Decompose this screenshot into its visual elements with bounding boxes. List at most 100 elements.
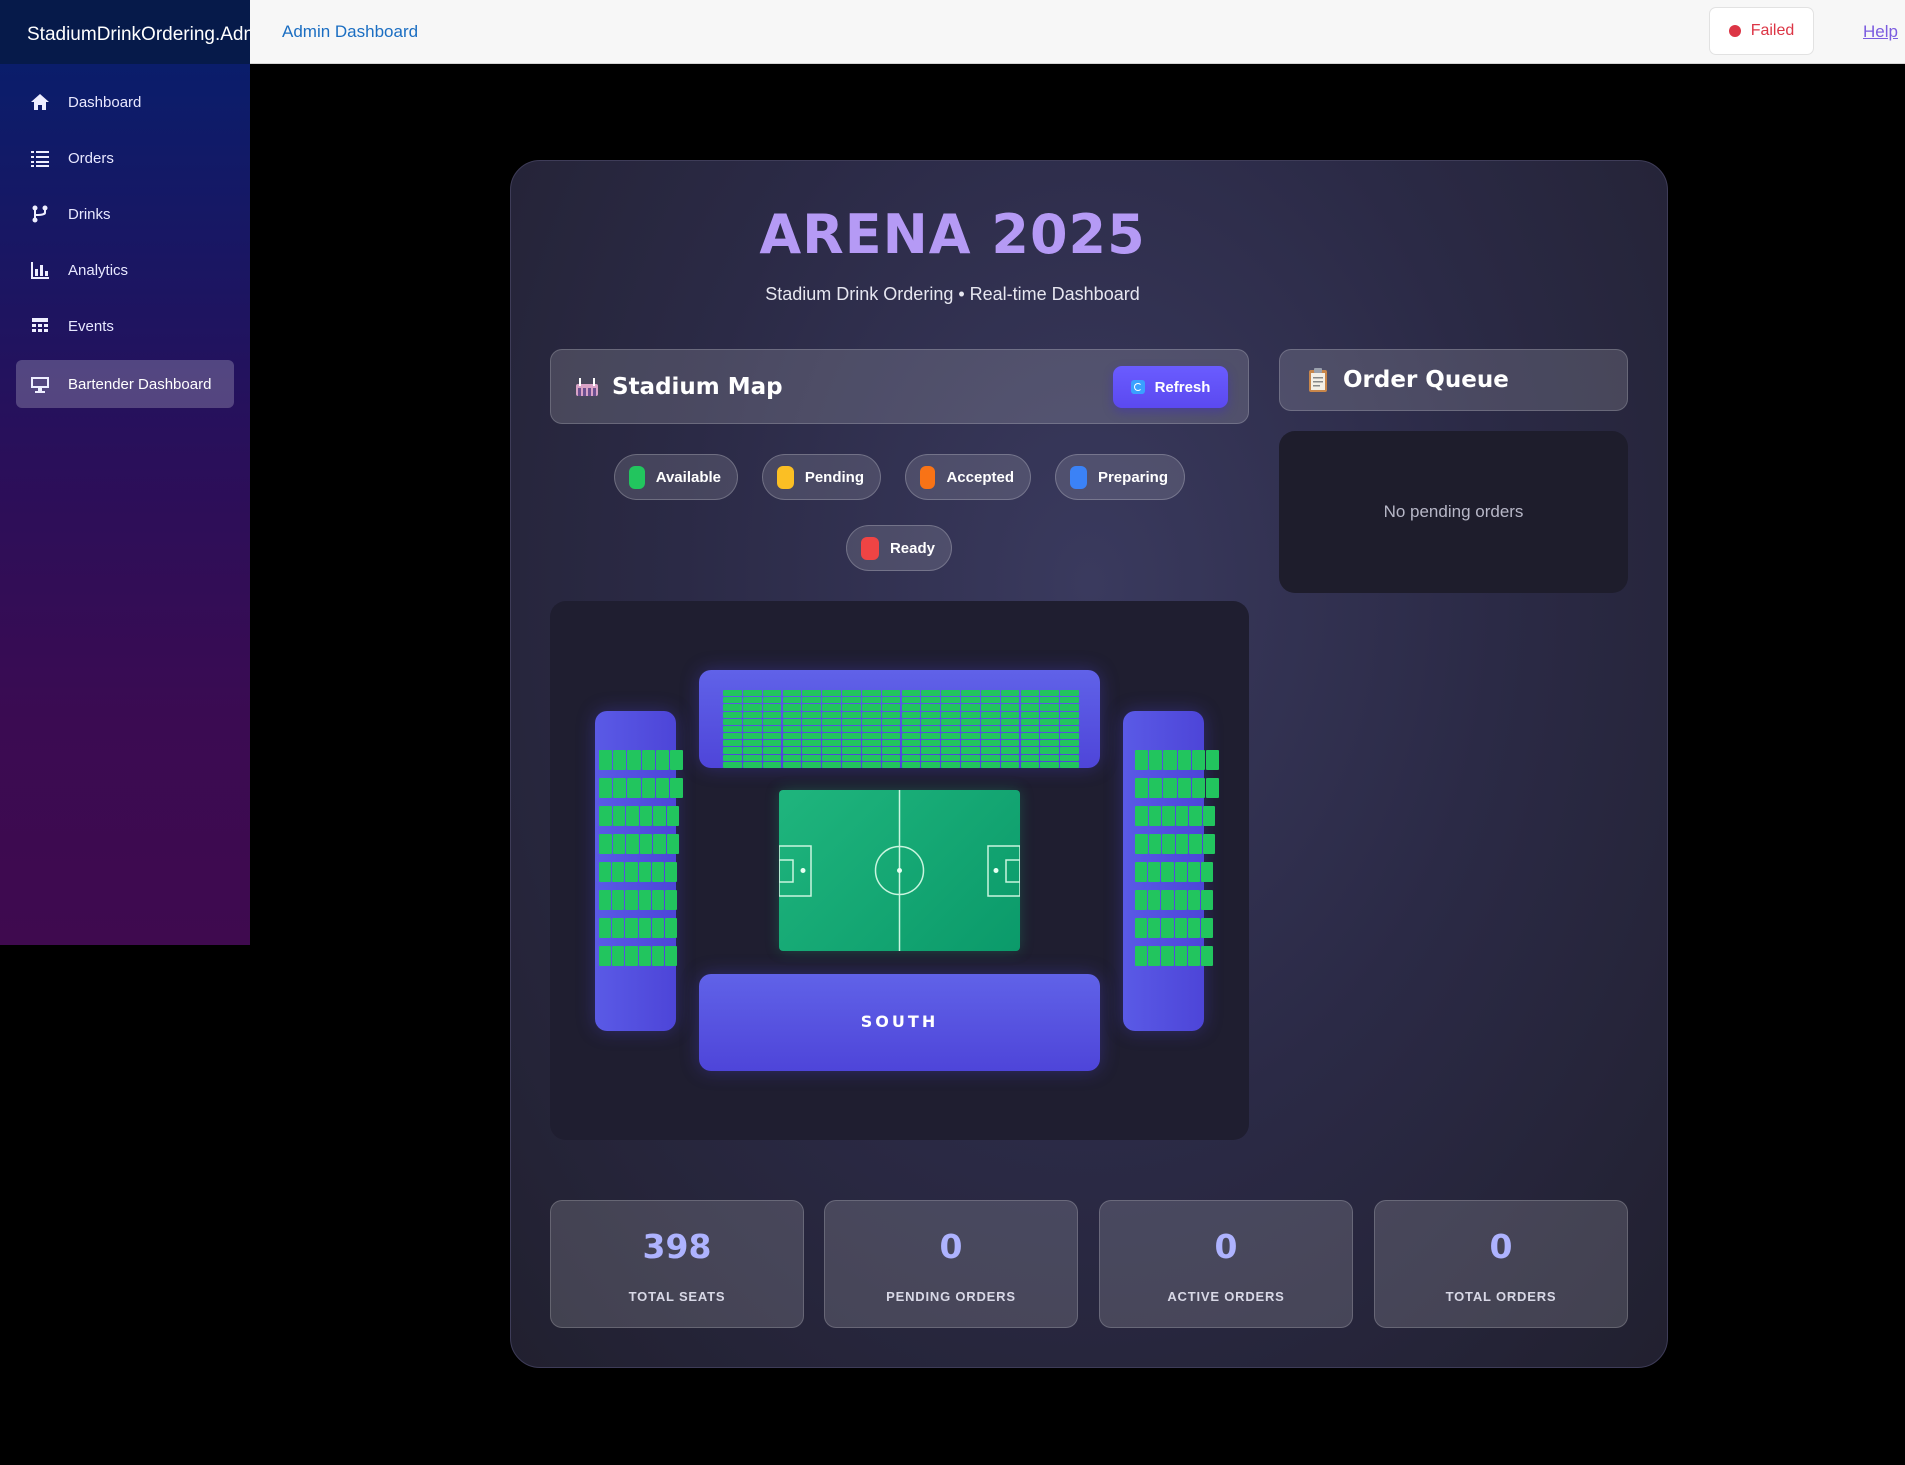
seat[interactable] [762,704,782,711]
seat[interactable] [941,711,960,718]
seat[interactable] [802,711,822,718]
seat[interactable] [881,754,901,761]
seat[interactable] [881,725,901,733]
seat[interactable] [941,747,960,754]
seat[interactable] [723,725,742,733]
seat[interactable] [723,740,742,747]
seat[interactable] [664,946,678,966]
seat[interactable] [1189,834,1202,854]
seat[interactable] [1149,778,1163,798]
seat[interactable] [762,733,782,740]
seat[interactable] [638,918,651,938]
seat[interactable] [762,725,782,733]
seat[interactable] [599,862,612,882]
seat[interactable] [1000,718,1020,725]
seat[interactable] [742,697,762,704]
seat[interactable] [1187,918,1200,938]
seat[interactable] [822,725,841,733]
seat[interactable] [842,754,861,761]
seat[interactable] [901,711,921,718]
seat[interactable] [723,733,742,740]
seat[interactable] [980,733,1000,740]
seat[interactable] [842,733,861,740]
seat[interactable] [1020,733,1040,740]
seat[interactable] [1060,754,1079,761]
seat[interactable] [1040,690,1060,697]
seat[interactable] [881,704,901,711]
seat[interactable] [762,697,782,704]
seat[interactable] [762,747,782,754]
seat[interactable] [1148,834,1161,854]
seat[interactable] [941,740,960,747]
seat[interactable] [638,946,651,966]
seat[interactable] [625,862,638,882]
seat[interactable] [599,890,612,910]
seat[interactable] [664,918,678,938]
seat[interactable] [653,834,666,854]
help-link[interactable]: Help [1863,22,1898,42]
seat[interactable] [1135,946,1148,966]
seat[interactable] [941,718,960,725]
seat[interactable] [1200,862,1214,882]
seat[interactable] [1135,862,1148,882]
seat[interactable] [782,690,802,697]
seat[interactable] [666,834,679,854]
seat[interactable] [961,690,980,697]
seat[interactable] [961,740,980,747]
seat[interactable] [723,761,742,768]
seat[interactable] [651,862,664,882]
seat[interactable] [822,697,841,704]
seat[interactable] [762,754,782,761]
seat[interactable] [599,750,613,770]
seat[interactable] [666,806,679,826]
seat[interactable] [626,834,639,854]
seat[interactable] [822,711,841,718]
seat[interactable] [1000,747,1020,754]
seat[interactable] [651,918,664,938]
seat[interactable] [901,747,921,754]
seat[interactable] [822,747,841,754]
seat[interactable] [599,946,612,966]
seat[interactable] [1040,725,1060,733]
seat[interactable] [1060,740,1079,747]
seat[interactable] [802,754,822,761]
seat[interactable] [1020,711,1040,718]
seat[interactable] [802,740,822,747]
seat[interactable] [881,747,901,754]
seat[interactable] [1135,778,1149,798]
seat[interactable] [842,704,861,711]
seat[interactable] [1148,890,1161,910]
seat[interactable] [1000,733,1020,740]
seat[interactable] [921,733,941,740]
seat[interactable] [861,725,881,733]
seat[interactable] [723,704,742,711]
seat[interactable] [612,946,625,966]
seat[interactable] [1148,806,1161,826]
seat[interactable] [980,697,1000,704]
seat[interactable] [842,740,861,747]
seat[interactable] [612,806,625,826]
seat[interactable] [782,740,802,747]
seat[interactable] [1177,750,1191,770]
seat[interactable] [1135,806,1148,826]
seat[interactable] [627,778,641,798]
seat[interactable] [921,711,941,718]
seat[interactable] [638,862,651,882]
seat[interactable] [842,761,861,768]
seat[interactable] [941,704,960,711]
seat[interactable] [1060,747,1079,754]
seat[interactable] [723,711,742,718]
seat[interactable] [921,697,941,704]
seat[interactable] [901,690,921,697]
seat[interactable] [1040,761,1060,768]
seat[interactable] [980,747,1000,754]
seat[interactable] [1174,918,1187,938]
seat[interactable] [961,704,980,711]
seat[interactable] [626,806,639,826]
seat[interactable] [782,718,802,725]
seat[interactable] [1189,806,1202,826]
seat[interactable] [881,711,901,718]
seat[interactable] [651,946,664,966]
seat[interactable] [1161,862,1174,882]
seat[interactable] [1040,697,1060,704]
